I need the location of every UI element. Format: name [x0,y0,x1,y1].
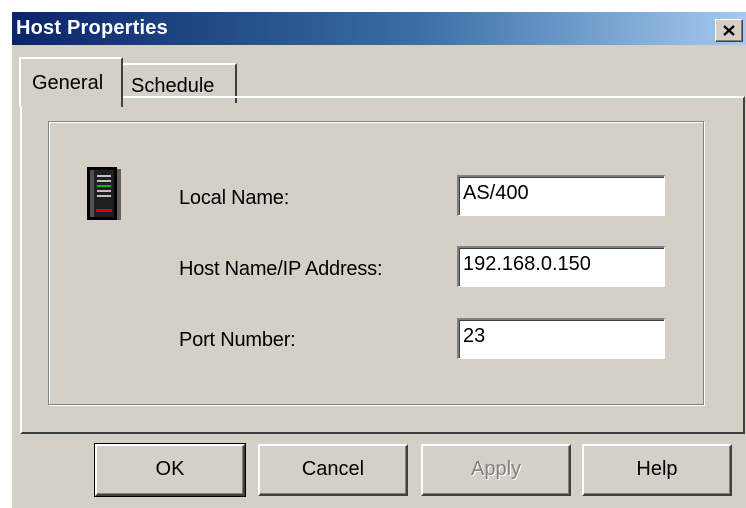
window-title: Host Properties [16,17,168,39]
server-icon [87,167,121,220]
host-name-label: Host Name/IP Address: [179,258,383,280]
local-name-label: Local Name: [179,187,290,209]
tab-general[interactable]: General [19,57,123,107]
ok-button[interactable]: OK [94,443,246,497]
close-button[interactable] [715,19,743,42]
help-button[interactable]: Help [582,444,732,496]
port-number-label: Port Number: [179,329,296,351]
title-bar[interactable]: Host Properties [12,12,746,45]
port-number-field[interactable]: 23 [457,318,665,359]
apply-button[interactable]: Apply [421,444,571,496]
tab-general-label: General [32,72,104,94]
cancel-button[interactable]: Cancel [258,444,408,496]
close-icon [723,25,735,36]
tab-schedule-label: Schedule [131,75,215,97]
host-name-field[interactable]: 192.168.0.150 [457,246,665,287]
local-name-field[interactable]: AS/400 [457,175,665,216]
